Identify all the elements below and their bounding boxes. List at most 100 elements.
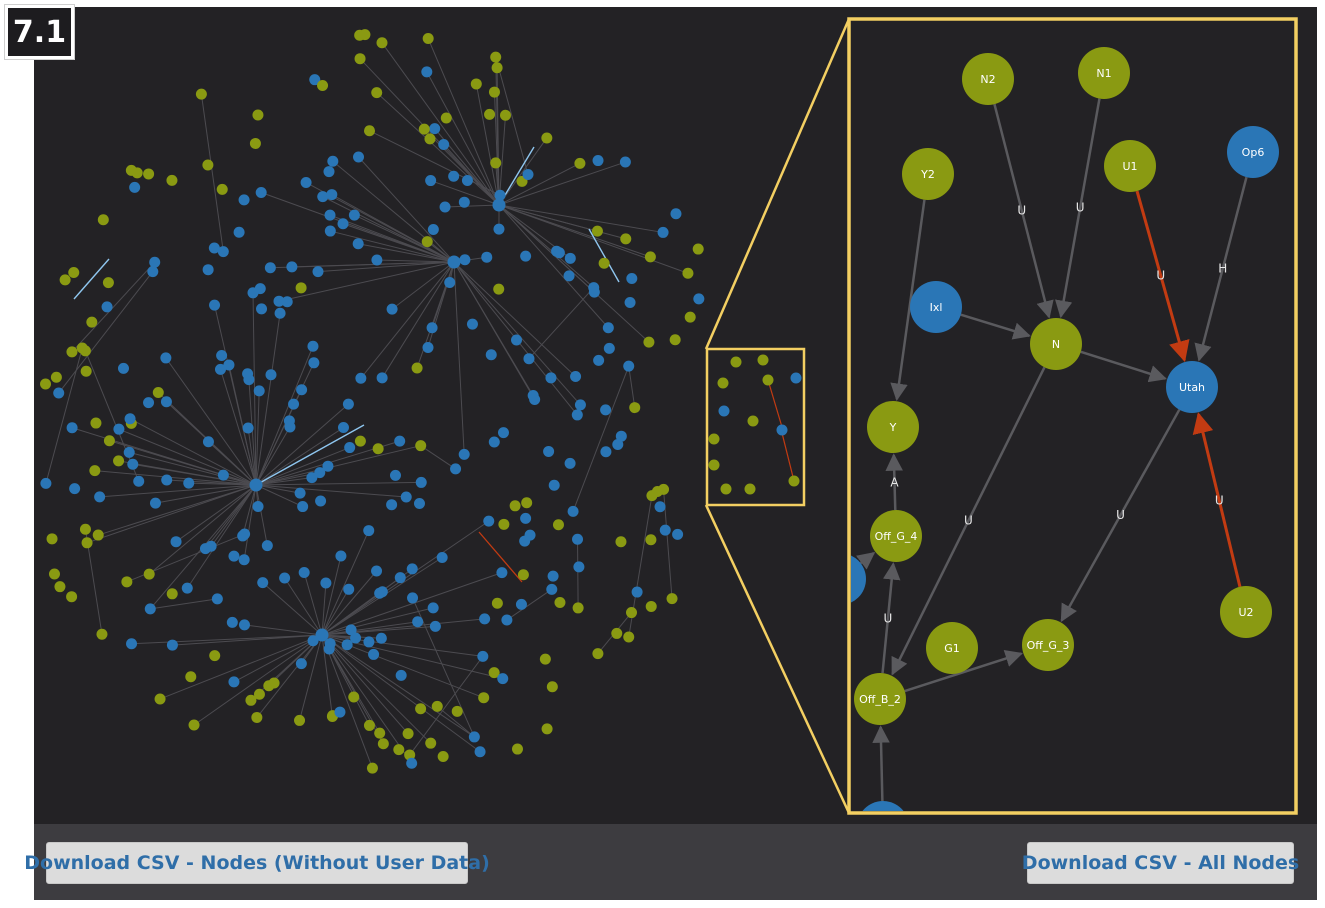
overview-node[interactable] <box>363 525 375 537</box>
overview-node[interactable] <box>418 123 430 135</box>
overview-node[interactable] <box>103 435 115 447</box>
zoom-node[interactable]: Utah <box>1166 361 1218 413</box>
overview-node[interactable] <box>354 53 366 65</box>
overview-node[interactable] <box>645 600 657 612</box>
overview-node[interactable] <box>323 166 335 178</box>
overview-node[interactable] <box>371 87 383 99</box>
overview-node[interactable] <box>427 223 439 235</box>
overview-node[interactable] <box>363 636 375 648</box>
overview-node[interactable] <box>372 443 384 455</box>
overview-node[interactable] <box>216 183 228 195</box>
overview-node[interactable] <box>511 334 523 346</box>
overview-node[interactable] <box>143 168 155 180</box>
overview-node[interactable] <box>483 515 495 527</box>
overview-node[interactable] <box>485 349 497 361</box>
overview-node[interactable] <box>341 639 353 651</box>
overview-node[interactable] <box>117 362 129 374</box>
overview-node[interactable] <box>209 650 221 662</box>
overview-node[interactable] <box>498 518 510 530</box>
overview-node[interactable] <box>257 577 269 589</box>
overview-node[interactable] <box>160 396 172 408</box>
overview-node[interactable] <box>522 168 534 180</box>
overview-node[interactable] <box>424 133 436 145</box>
overview-node[interactable] <box>288 398 300 410</box>
overview-node[interactable] <box>629 402 641 414</box>
overview-node[interactable] <box>592 648 604 660</box>
overview-node[interactable] <box>788 475 800 487</box>
overview-node[interactable] <box>322 460 334 472</box>
overview-node[interactable] <box>306 472 318 484</box>
overview-node[interactable] <box>631 586 643 598</box>
overview-node[interactable] <box>620 233 632 245</box>
overview-node[interactable] <box>264 262 276 274</box>
overview-node[interactable] <box>574 399 586 411</box>
overview-node[interactable] <box>170 536 182 548</box>
overview-node[interactable] <box>747 415 759 427</box>
overview-node[interactable] <box>406 563 418 575</box>
overview-node[interactable] <box>205 540 217 552</box>
overview-node[interactable] <box>415 476 427 488</box>
overview-node[interactable] <box>216 349 228 361</box>
overview-node[interactable] <box>355 372 367 384</box>
overview-node[interactable] <box>658 483 670 495</box>
overview-node[interactable] <box>185 671 197 683</box>
overview-node[interactable] <box>564 252 576 264</box>
overview-node[interactable] <box>89 465 101 477</box>
overview-node[interactable] <box>307 340 319 352</box>
overview-node[interactable] <box>411 362 423 374</box>
overview-node[interactable] <box>458 448 470 460</box>
overview-node[interactable] <box>81 537 93 549</box>
overview-node[interactable] <box>154 693 166 705</box>
overview-hub-node[interactable] <box>447 255 461 269</box>
overview-node[interactable] <box>261 540 273 552</box>
zoom-node[interactable]: U1 <box>1104 140 1156 192</box>
overview-node[interactable] <box>500 109 512 121</box>
overview-node[interactable] <box>523 353 535 365</box>
overview-node[interactable] <box>149 256 161 268</box>
overview-node[interactable] <box>69 483 81 495</box>
overview-node[interactable] <box>466 318 478 330</box>
overview-node[interactable] <box>444 276 456 288</box>
overview-node[interactable] <box>602 322 614 334</box>
overview-node[interactable] <box>255 187 267 199</box>
overview-node[interactable] <box>543 445 555 457</box>
overview-node[interactable] <box>517 569 529 581</box>
zoom-node[interactable]: N1 <box>1078 47 1130 99</box>
overview-node[interactable] <box>202 264 214 276</box>
overview-node[interactable] <box>545 372 557 384</box>
overview-node[interactable] <box>320 577 332 589</box>
overview-node[interactable] <box>80 365 92 377</box>
overview-node[interactable] <box>300 177 312 189</box>
overview-node[interactable] <box>295 282 307 294</box>
overview-node[interactable] <box>593 354 605 366</box>
overview-node[interactable] <box>659 524 671 536</box>
overview-node[interactable] <box>588 282 600 294</box>
overview-node[interactable] <box>623 631 635 643</box>
overview-node[interactable] <box>437 751 449 763</box>
overview-node[interactable] <box>493 223 505 235</box>
overview-node[interactable] <box>493 283 505 295</box>
overview-node[interactable] <box>239 528 251 540</box>
overview-node[interactable] <box>53 387 65 399</box>
overview-node[interactable] <box>79 523 91 535</box>
overview-node[interactable] <box>317 191 329 203</box>
overview-node[interactable] <box>126 638 138 650</box>
overview-node[interactable] <box>46 533 58 545</box>
overview-node[interactable] <box>572 602 584 614</box>
overview-node[interactable] <box>718 405 730 417</box>
overview-node[interactable] <box>317 80 329 92</box>
overview-node[interactable] <box>371 254 383 266</box>
overview-node[interactable] <box>425 175 437 187</box>
overview-node[interactable] <box>279 572 291 584</box>
overview-node[interactable] <box>708 459 720 471</box>
overview-node[interactable] <box>574 157 586 169</box>
overview-node[interactable] <box>395 669 407 681</box>
overview-node[interactable] <box>529 394 541 406</box>
overview-node[interactable] <box>670 208 682 220</box>
overview-node[interactable] <box>386 499 398 511</box>
overview-node[interactable] <box>143 397 155 409</box>
overview-node[interactable] <box>643 336 655 348</box>
overview-node[interactable] <box>144 603 156 615</box>
overview-node[interactable] <box>717 377 729 389</box>
overview-node[interactable] <box>422 341 434 353</box>
